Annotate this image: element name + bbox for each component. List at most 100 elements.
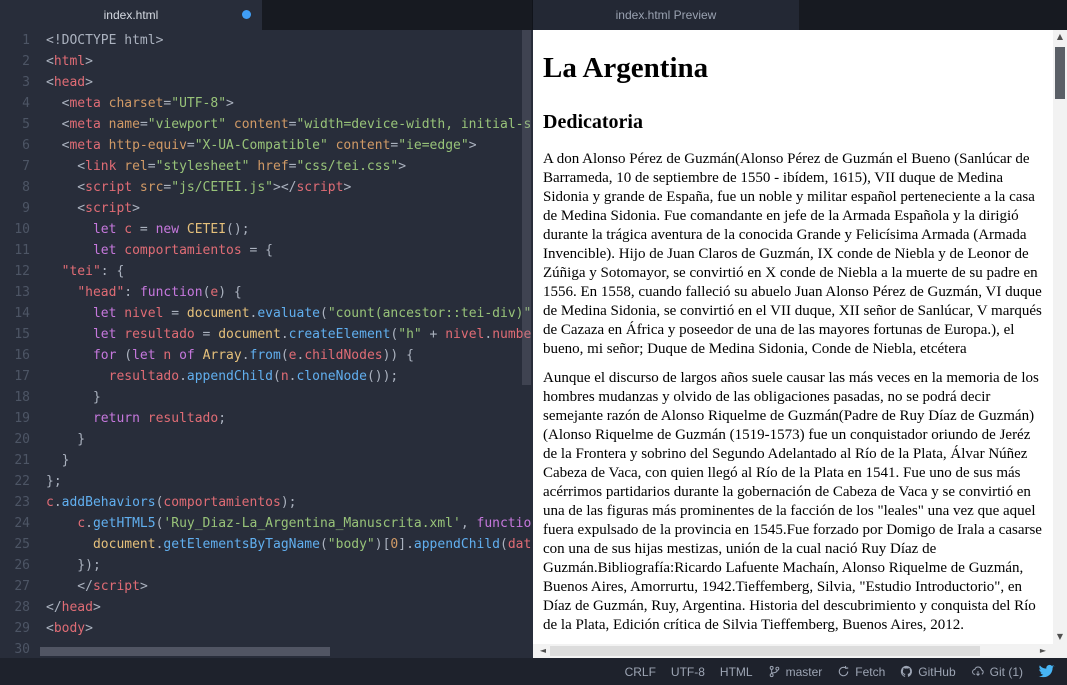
- code-line[interactable]: 2 <html>: [0, 51, 533, 72]
- code-text: }: [46, 429, 85, 450]
- preview-vertical-scrollbar[interactable]: ▲ ▼: [1053, 30, 1067, 644]
- status-language-mode[interactable]: HTML: [720, 665, 753, 679]
- code-text: return resultado;: [46, 408, 226, 429]
- editor-vertical-scrollbar[interactable]: [522, 30, 531, 385]
- status-eol[interactable]: CRLF: [625, 665, 656, 679]
- code-text: let c = new CETEI();: [46, 219, 250, 240]
- line-number: 7: [0, 156, 30, 177]
- line-number: 5: [0, 114, 30, 135]
- code-line[interactable]: 15 let resultado = document.createElemen…: [0, 324, 533, 345]
- code-line[interactable]: 4 <meta charset="UTF-8">: [0, 93, 533, 114]
- code-line[interactable]: 8 <script src="js/CETEI.js"></script>: [0, 177, 533, 198]
- code-line[interactable]: 27 </script>: [0, 576, 533, 597]
- line-number: 21: [0, 450, 30, 471]
- line-number: 28: [0, 597, 30, 618]
- code-text: <script src="js/CETEI.js"></script>: [46, 177, 351, 198]
- code-area[interactable]: 1<!DOCTYPE html>2 <html>3<head>4 <meta ch…: [0, 30, 533, 658]
- code-line[interactable]: 13 "head": function(e) {: [0, 282, 533, 303]
- code-text: <meta http-equiv="X-UA-Compatible" conte…: [46, 135, 477, 156]
- code-editor[interactable]: 1<!DOCTYPE html>2 <html>3<head>4 <meta ch…: [0, 30, 533, 658]
- code-line[interactable]: 22};: [0, 471, 533, 492]
- code-line[interactable]: 24 c.getHTML5('Ruy_Diaz-La_Argentina_Man…: [0, 513, 533, 534]
- status-github[interactable]: GitHub: [900, 665, 955, 679]
- code-text: document.getElementsByTagName("body")[0]…: [46, 534, 531, 555]
- line-number: 25: [0, 534, 30, 555]
- code-line[interactable]: 14 let nivel = document.evaluate("count(…: [0, 303, 533, 324]
- code-editor-window: index.html index.html Preview 1<!DOCTYPE…: [0, 0, 1067, 685]
- line-number: 23: [0, 492, 30, 513]
- cloud-download-icon: [971, 665, 985, 678]
- code-line[interactable]: 10 let c = new CETEI();: [0, 219, 533, 240]
- code-line[interactable]: 5 <meta name="viewport" content="width=d…: [0, 114, 533, 135]
- code-line[interactable]: 29<body>: [0, 618, 533, 639]
- code-text: let nivel = document.evaluate("count(anc…: [46, 303, 531, 324]
- scrollbar-corner: [1053, 644, 1067, 658]
- code-line[interactable]: 1<!DOCTYPE html>: [0, 30, 533, 51]
- code-line[interactable]: 20 }: [0, 429, 533, 450]
- line-number: 17: [0, 366, 30, 387]
- scroll-down-icon[interactable]: ▼: [1053, 630, 1067, 644]
- vertical-scroll-thumb[interactable]: [1055, 47, 1065, 99]
- status-git-branch[interactable]: master: [768, 665, 823, 679]
- code-line[interactable]: 7 <link rel="stylesheet" href="css/tei.c…: [0, 156, 533, 177]
- code-line[interactable]: 6 <meta http-equiv="X-UA-Compatible" con…: [0, 135, 533, 156]
- editor-horizontal-scrollbar[interactable]: [40, 647, 330, 656]
- preview-document: La Argentina Dedicatoria A don Alonso Pé…: [533, 30, 1053, 644]
- code-line[interactable]: 19 return resultado;: [0, 408, 533, 429]
- modified-indicator-dot: [242, 10, 251, 19]
- preview-pane: La Argentina Dedicatoria A don Alonso Pé…: [533, 30, 1067, 658]
- code-text: for (let n of Array.from(e.childNodes)) …: [46, 345, 414, 366]
- tab-index-html[interactable]: index.html: [0, 0, 262, 30]
- code-line[interactable]: 3<head>: [0, 72, 533, 93]
- scroll-left-icon[interactable]: ◄: [536, 644, 550, 658]
- code-line[interactable]: 26 });: [0, 555, 533, 576]
- code-line[interactable]: 11 let comportamientos = {: [0, 240, 533, 261]
- preview-horizontal-scrollbar[interactable]: ◄ ►: [533, 644, 1053, 658]
- tab-bar: index.html index.html Preview: [0, 0, 1067, 30]
- status-fetch[interactable]: Fetch: [837, 665, 885, 679]
- line-number: 13: [0, 282, 30, 303]
- code-text: resultado.appendChild(n.cloneNode());: [46, 366, 398, 387]
- line-number: 19: [0, 408, 30, 429]
- preview-paragraph: Aunque el discurso de largos años suele …: [543, 369, 1045, 635]
- line-number: 1: [0, 30, 30, 51]
- main-area: 1<!DOCTYPE html>2 <html>3<head>4 <meta ch…: [0, 30, 1067, 658]
- code-text: <html>: [46, 51, 93, 72]
- line-number: 26: [0, 555, 30, 576]
- line-number: 24: [0, 513, 30, 534]
- line-number: 30: [0, 639, 30, 658]
- code-text: }: [46, 387, 101, 408]
- code-line[interactable]: 28</head>: [0, 597, 533, 618]
- scroll-up-icon[interactable]: ▲: [1053, 30, 1067, 44]
- editor-tab-group: index.html: [0, 0, 533, 30]
- code-line[interactable]: 9 <script>: [0, 198, 533, 219]
- preview-tab-group: index.html Preview: [533, 0, 1067, 30]
- horizontal-scroll-thumb[interactable]: [550, 646, 980, 656]
- code-line[interactable]: 25 document.getElementsByTagName("body")…: [0, 534, 533, 555]
- tab-label: index.html Preview: [616, 8, 717, 22]
- code-text: <script>: [46, 198, 140, 219]
- code-text: });: [46, 555, 101, 576]
- tab-index-html-preview[interactable]: index.html Preview: [533, 0, 799, 30]
- line-number: 20: [0, 429, 30, 450]
- line-number: 2: [0, 51, 30, 72]
- bird-icon: [1038, 664, 1055, 679]
- code-line[interactable]: 18 }: [0, 387, 533, 408]
- code-text: </script>: [46, 576, 148, 597]
- line-number: 9: [0, 198, 30, 219]
- status-encoding[interactable]: UTF-8: [671, 665, 705, 679]
- code-line[interactable]: 17 resultado.appendChild(n.cloneNode());: [0, 366, 533, 387]
- code-text: };: [46, 471, 62, 492]
- code-line[interactable]: 16 for (let n of Array.from(e.childNodes…: [0, 345, 533, 366]
- code-text: c.getHTML5('Ruy_Diaz-La_Argentina_Manusc…: [46, 513, 531, 534]
- code-text: "head": function(e) {: [46, 282, 242, 303]
- code-line[interactable]: 12 "tei": {: [0, 261, 533, 282]
- preview-paragraph: A don Alonso Pérez de Guzmán(Alonso Pére…: [543, 150, 1045, 359]
- code-line[interactable]: 21 }: [0, 450, 533, 471]
- status-git-sync[interactable]: Git (1): [971, 665, 1023, 679]
- line-number: 14: [0, 303, 30, 324]
- code-line[interactable]: 23c.addBehaviors(comportamientos);: [0, 492, 533, 513]
- status-tweet[interactable]: [1038, 664, 1055, 679]
- scroll-right-icon[interactable]: ►: [1036, 644, 1050, 658]
- code-text: let resultado = document.createElement("…: [46, 324, 533, 345]
